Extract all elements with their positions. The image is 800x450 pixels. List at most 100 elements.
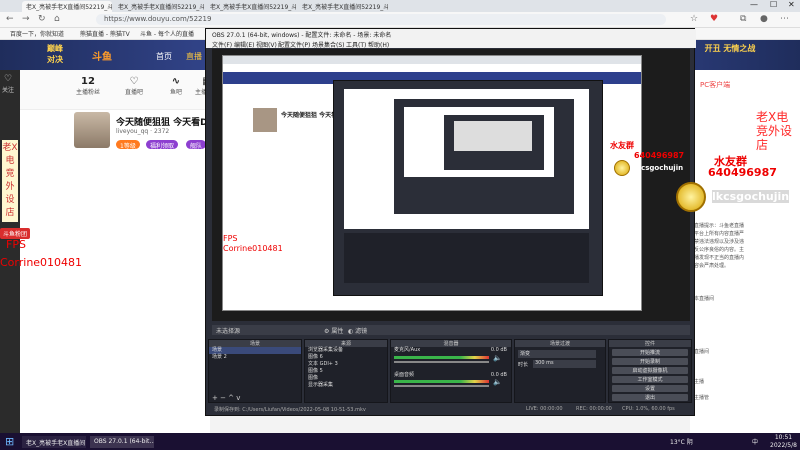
filter-icon: ◐ — [348, 328, 354, 335]
add-scene-icon[interactable]: + − ^ v — [212, 394, 240, 402]
level-badge: 1等级 — [116, 140, 140, 150]
desktop-volume-slider[interactable] — [394, 385, 489, 387]
refresh-icon[interactable]: ↻ — [38, 14, 46, 24]
welfare-badge[interactable]: 福利领取 — [146, 140, 179, 150]
obs-title-bar: OBS 27.0.1 (64-bit, windows) - 配置文件: 未命名… — [206, 29, 696, 39]
speaker-icon[interactable]: 🔈 — [493, 354, 502, 362]
transitions-title: 场景过渡 — [515, 340, 605, 347]
settings-button[interactable]: 设置 — [612, 385, 688, 392]
gold-coin-icon — [676, 182, 706, 212]
room-author[interactable]: liveyou_qq · 2372 — [116, 128, 169, 135]
side-link[interactable]: 主播 — [694, 378, 704, 385]
favorite-icon[interactable]: ♥ — [710, 14, 718, 24]
taskbar-browser[interactable]: 老X_亮被手老X直播间 — [22, 436, 86, 448]
menu-tools[interactable]: 工具(T) — [346, 40, 366, 49]
maximize-icon[interactable]: ☐ — [770, 0, 777, 9]
scene-item[interactable]: 场景 2 — [209, 354, 301, 361]
bookmark[interactable]: 百度一下，你就知道 — [10, 29, 64, 38]
menu-scene-collection[interactable]: 场景集合(S) — [312, 40, 345, 49]
nav-live[interactable]: 直播 — [186, 51, 202, 62]
nested-tab-bar — [223, 56, 641, 64]
obs-preview-canvas[interactable]: 今天随便狙狙 今天看DEMO FPS Corrine010481 — [212, 49, 690, 321]
duration-input[interactable]: 300 ms — [533, 360, 596, 368]
stat-bar[interactable]: ♡ 直播吧 — [114, 76, 154, 96]
source-item[interactable]: 图像 6 — [305, 354, 387, 361]
language-indicator[interactable]: 中 — [752, 437, 758, 446]
menu-file[interactable]: 文件(F) — [212, 40, 232, 49]
sidebar-item-follow[interactable]: 关注 — [2, 85, 14, 94]
streamer-avatar[interactable] — [74, 112, 110, 148]
menu-view[interactable]: 视图(V) — [256, 40, 277, 49]
virtual-camera-button[interactable]: 启动虚拟摄像机 — [612, 367, 688, 374]
site-logo[interactable]: 斗鱼 — [92, 48, 112, 63]
mic-volume-slider[interactable] — [394, 361, 489, 363]
rec-timer: REC: 00:00:00 — [576, 406, 612, 412]
sources-dock: 来源 浏览器采集设备 图像 6 文本 GDI+ 3 图像 5 图像 显示器采集 — [304, 339, 388, 403]
overlay-fan-title-small: 水友群 — [610, 141, 634, 150]
windows-start-icon[interactable]: ⊞ — [5, 435, 14, 448]
overlay-watermark-small: lkcsgochujin — [634, 164, 684, 172]
sources-title: 来源 — [305, 340, 387, 347]
menu-icon[interactable]: ⋯ — [780, 14, 789, 24]
source-item[interactable]: 显示器采集 — [305, 382, 387, 389]
forward-icon[interactable]: → — [22, 14, 30, 24]
menu-profile[interactable]: 配置文件(P) — [278, 40, 310, 49]
source-item[interactable]: 文本 GDI+ 3 — [305, 361, 387, 368]
address-bar-row: ← → ↻ ⌂ https://www.douyu.com/52219 ☆ ♥ … — [0, 12, 800, 28]
room-info-panel: 12主播粉丝 ♡直播吧 ∿鱼吧 ▦主播动态 今天随便狙狙 今天看DEMO liv… — [20, 70, 230, 433]
taskbar-obs[interactable]: OBS 27.0.1 (64-bit... — [90, 436, 154, 448]
side-link[interactable]: 本直播间 — [694, 295, 714, 302]
extensions-icon[interactable]: ⧉ — [740, 14, 746, 24]
controls-dock: 控件 开始推流 开始录制 启动虚拟摄像机 工作室模式 设置 退出 — [608, 339, 692, 403]
studio-mode-button[interactable]: 工作室模式 — [612, 376, 688, 383]
source-item[interactable]: 图像 5 — [305, 368, 387, 375]
nested-obs-3 — [444, 115, 544, 170]
browser-tab[interactable]: 老X_亮被手老X直播间52219_斗 — [206, 1, 296, 12]
mixer-title: 混音器 — [391, 340, 511, 347]
tab-bar: 老X_亮被手老X直播间52219_斗 老X_亮被手老X直播间52219_斗 老X… — [0, 0, 800, 12]
fleet-badge[interactable]: 舰队 — [186, 140, 207, 150]
live-timer: LIVE: 00:00:00 — [526, 406, 563, 412]
filters-button[interactable]: ◐ 滤镜 — [348, 326, 367, 335]
start-streaming-button[interactable]: 开始推流 — [612, 349, 688, 356]
nav-home[interactable]: 首页 — [156, 51, 172, 62]
nested-capture-4 — [454, 121, 532, 151]
bookmark[interactable]: 斗鱼 - 每个人的直播 — [140, 29, 194, 38]
menu-edit[interactable]: 编辑(E) — [234, 40, 254, 49]
exit-button[interactable]: 退出 — [612, 394, 688, 401]
nested-capture-2 — [344, 89, 589, 229]
clock[interactable]: 10:51 2022/5/8 — [770, 434, 797, 450]
no-source-label: 未选择源 — [216, 328, 241, 335]
source-item[interactable]: 图像 — [305, 375, 387, 382]
scene-item[interactable]: 场景 — [209, 347, 301, 354]
properties-button[interactable]: ⚙ 属性 — [324, 326, 343, 335]
browser-tab[interactable]: 老X_亮被手老X直播间52219_斗 — [298, 1, 388, 12]
close-icon[interactable]: ✕ — [788, 0, 795, 9]
profile-icon[interactable]: ● — [760, 14, 768, 24]
browser-tab[interactable]: 老X_亮被手老X直播间52219_斗 — [114, 1, 204, 12]
heart-icon[interactable]: ♡ — [4, 74, 12, 84]
side-link[interactable]: 主播管 — [694, 394, 709, 401]
start-recording-button[interactable]: 开始录制 — [612, 358, 688, 365]
minimize-icon[interactable]: — — [750, 0, 758, 9]
nested-obs — [333, 80, 603, 296]
bookmark[interactable]: 熊猫直播 - 熊猫TV — [80, 29, 130, 38]
mixer-dock: 混音器 麦克风/Aux 0.0 dB 🔈 桌面音频 0.0 dB 🔈 — [390, 339, 512, 403]
speaker-icon[interactable]: 🔈 — [493, 378, 502, 386]
menu-help[interactable]: 帮助(H) — [368, 40, 389, 49]
source-item[interactable]: 浏览器采集设备 — [305, 347, 387, 354]
back-icon[interactable]: ← — [6, 14, 14, 24]
home-icon[interactable]: ⌂ — [54, 14, 60, 24]
url-input[interactable]: https://www.douyu.com/52219 — [96, 14, 666, 25]
controls-title: 控件 — [609, 340, 691, 347]
browser-tab[interactable]: 老X_亮被手老X直播间52219_斗 — [22, 1, 112, 12]
stat-fans[interactable]: 12 主播粉丝 — [68, 76, 108, 96]
star-icon[interactable]: ☆ — [690, 14, 698, 24]
obs-menu-bar: 文件(F) 编辑(E) 视图(V) 配置文件(P) 场景集合(S) 工具(T) … — [206, 39, 696, 49]
pc-client-link[interactable]: PC客户端 — [700, 80, 730, 90]
transition-select[interactable]: 渐变 — [518, 350, 596, 358]
stat-fish[interactable]: ∿ 鱼吧 — [156, 76, 196, 96]
side-link[interactable]: 直播间 — [694, 348, 709, 355]
overlay-fan-number: 640496987 — [708, 166, 777, 179]
weather[interactable]: 13°C 阴 — [670, 437, 693, 446]
